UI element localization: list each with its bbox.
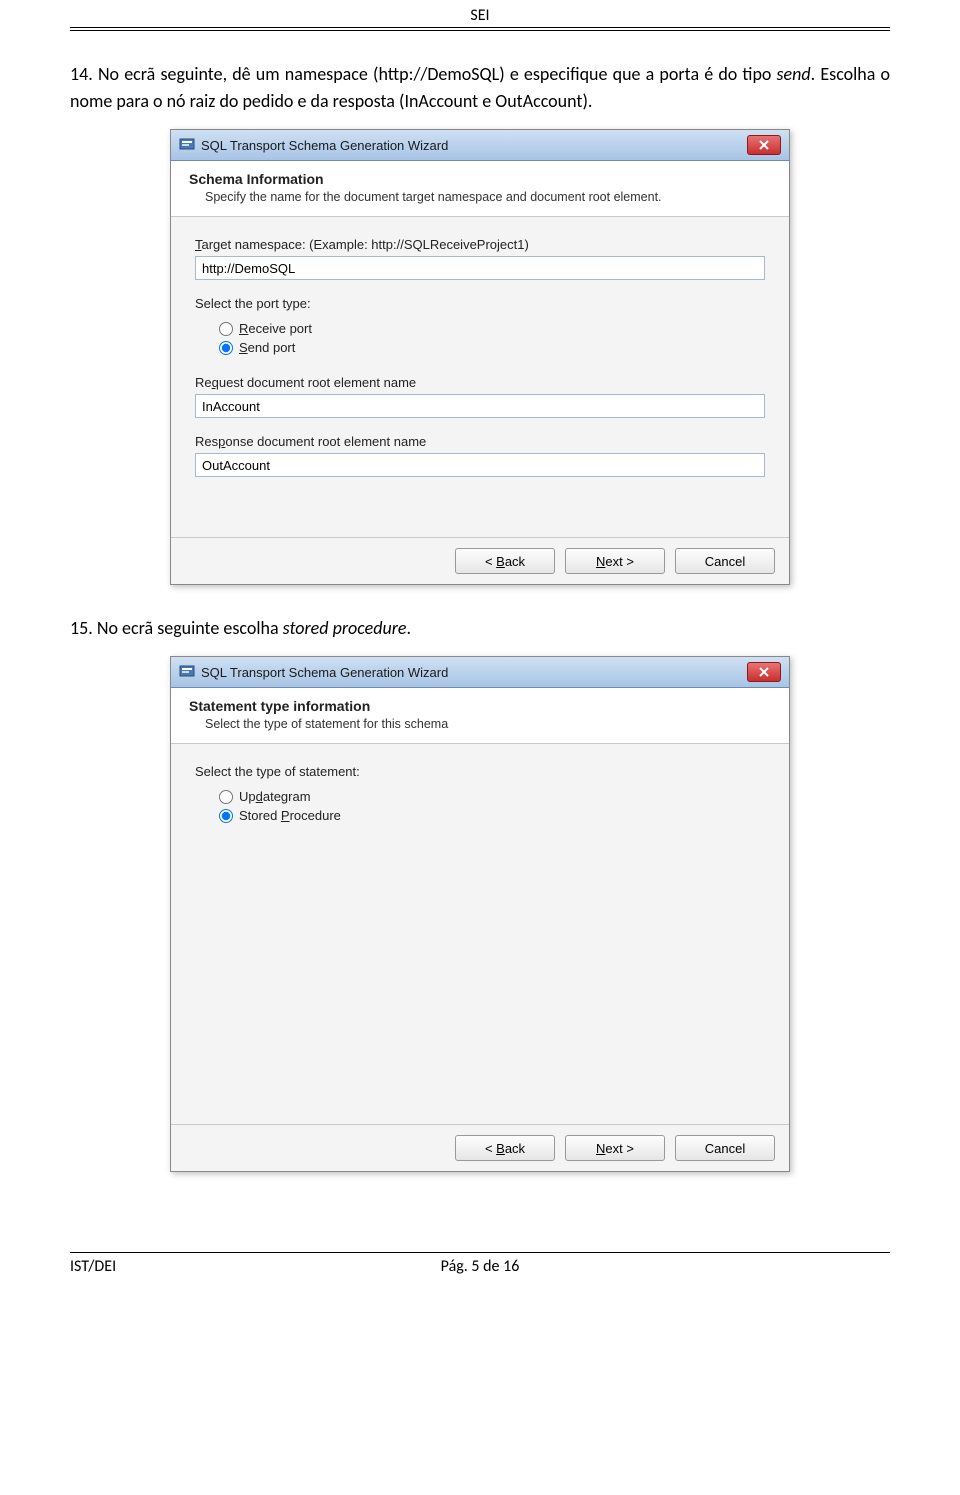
footer-left: IST/DEI: [70, 1257, 343, 1276]
radio-updategram-label: Updategram: [239, 789, 311, 804]
radio-send-port[interactable]: Send port: [219, 340, 765, 355]
step-15-italic: stored procedure: [283, 617, 407, 639]
label-target-namespace: Target namespace: (Example: http://SQLRe…: [195, 237, 765, 252]
wizard1-footer: < Back Next > Cancel: [171, 537, 789, 584]
footer-right: [617, 1257, 890, 1276]
step-15-suffix: .: [407, 617, 412, 639]
wizard2-footer: < Back Next > Cancel: [171, 1124, 789, 1171]
radio-updategram-input[interactable]: [219, 790, 233, 804]
radio-receive-label: Receive port: [239, 321, 312, 336]
port-type-radio-group: Receive port Send port: [195, 315, 765, 369]
wizard1-header-sub: Specify the name for the document target…: [189, 190, 771, 204]
radio-send-label: Send port: [239, 340, 295, 355]
input-target-namespace[interactable]: [195, 256, 765, 280]
next-button[interactable]: Next >: [565, 548, 665, 574]
wizard2-header-title: Statement type information: [189, 698, 771, 714]
app-icon: [179, 664, 195, 680]
cancel-button[interactable]: Cancel: [675, 548, 775, 574]
step-14-text: 14. No ecrã seguinte, dê um namespace (h…: [70, 61, 890, 115]
label-port-type: Select the port type:: [195, 296, 765, 311]
wizard1-body: Target namespace: (Example: http://SQLRe…: [171, 217, 789, 537]
footer-center: Pág. 5 de 16: [343, 1257, 616, 1276]
statement-type-radio-group: Updategram Stored Procedure: [195, 783, 765, 837]
wizard1-header: Schema Information Specify the name for …: [171, 161, 789, 217]
radio-updategram[interactable]: Updategram: [219, 789, 765, 804]
radio-sp-input[interactable]: [219, 809, 233, 823]
step-14-italic: send: [777, 63, 811, 85]
back-button[interactable]: < Back: [455, 1135, 555, 1161]
radio-stored-procedure[interactable]: Stored Procedure: [219, 808, 765, 823]
page-header: SEI: [70, 0, 890, 28]
radio-sp-label: Stored Procedure: [239, 808, 341, 823]
wizard1-container: SQL Transport Schema Generation Wizard S…: [70, 129, 890, 585]
wizard2-container: SQL Transport Schema Generation Wizard S…: [70, 656, 890, 1172]
label-statement-type: Select the type of statement:: [195, 764, 765, 779]
wizard2-window: SQL Transport Schema Generation Wizard S…: [170, 656, 790, 1172]
wizard1-titlebar[interactable]: SQL Transport Schema Generation Wizard: [171, 130, 789, 161]
close-button[interactable]: [747, 135, 781, 155]
radio-receive-port[interactable]: Receive port: [219, 321, 765, 336]
wizard1-header-title: Schema Information: [189, 171, 771, 187]
label-response-root: Response document root element name: [195, 434, 765, 449]
close-button[interactable]: [747, 662, 781, 682]
cancel-button[interactable]: Cancel: [675, 1135, 775, 1161]
radio-receive-input[interactable]: [219, 322, 233, 336]
wizard2-header-sub: Select the type of statement for this sc…: [189, 717, 771, 731]
page-header-title: SEI: [470, 6, 489, 25]
step-15-text: 15. No ecrã seguinte escolha stored proc…: [70, 615, 890, 642]
radio-send-input[interactable]: [219, 341, 233, 355]
next-button[interactable]: Next >: [565, 1135, 665, 1161]
close-icon: [759, 138, 769, 153]
close-icon: [759, 665, 769, 680]
step-14-prefix: 14. No ecrã seguinte, dê um namespace (h…: [70, 63, 777, 85]
wizard2-title: SQL Transport Schema Generation Wizard: [201, 665, 741, 680]
wizard2-header: Statement type information Select the ty…: [171, 688, 789, 744]
wizard2-titlebar[interactable]: SQL Transport Schema Generation Wizard: [171, 657, 789, 688]
step-15-prefix: 15. No ecrã seguinte escolha: [70, 617, 283, 639]
app-icon: [179, 137, 195, 153]
input-response-root[interactable]: [195, 453, 765, 477]
wizard1-window: SQL Transport Schema Generation Wizard S…: [170, 129, 790, 585]
input-request-root[interactable]: [195, 394, 765, 418]
wizard1-title: SQL Transport Schema Generation Wizard: [201, 138, 741, 153]
content-area: 14. No ecrã seguinte, dê um namespace (h…: [0, 31, 960, 1212]
back-button[interactable]: < Back: [455, 548, 555, 574]
wizard2-body: Select the type of statement: Updategram…: [171, 744, 789, 1124]
page-footer: IST/DEI Pág. 5 de 16: [70, 1252, 890, 1276]
label-request-root: Request document root element name: [195, 375, 765, 390]
